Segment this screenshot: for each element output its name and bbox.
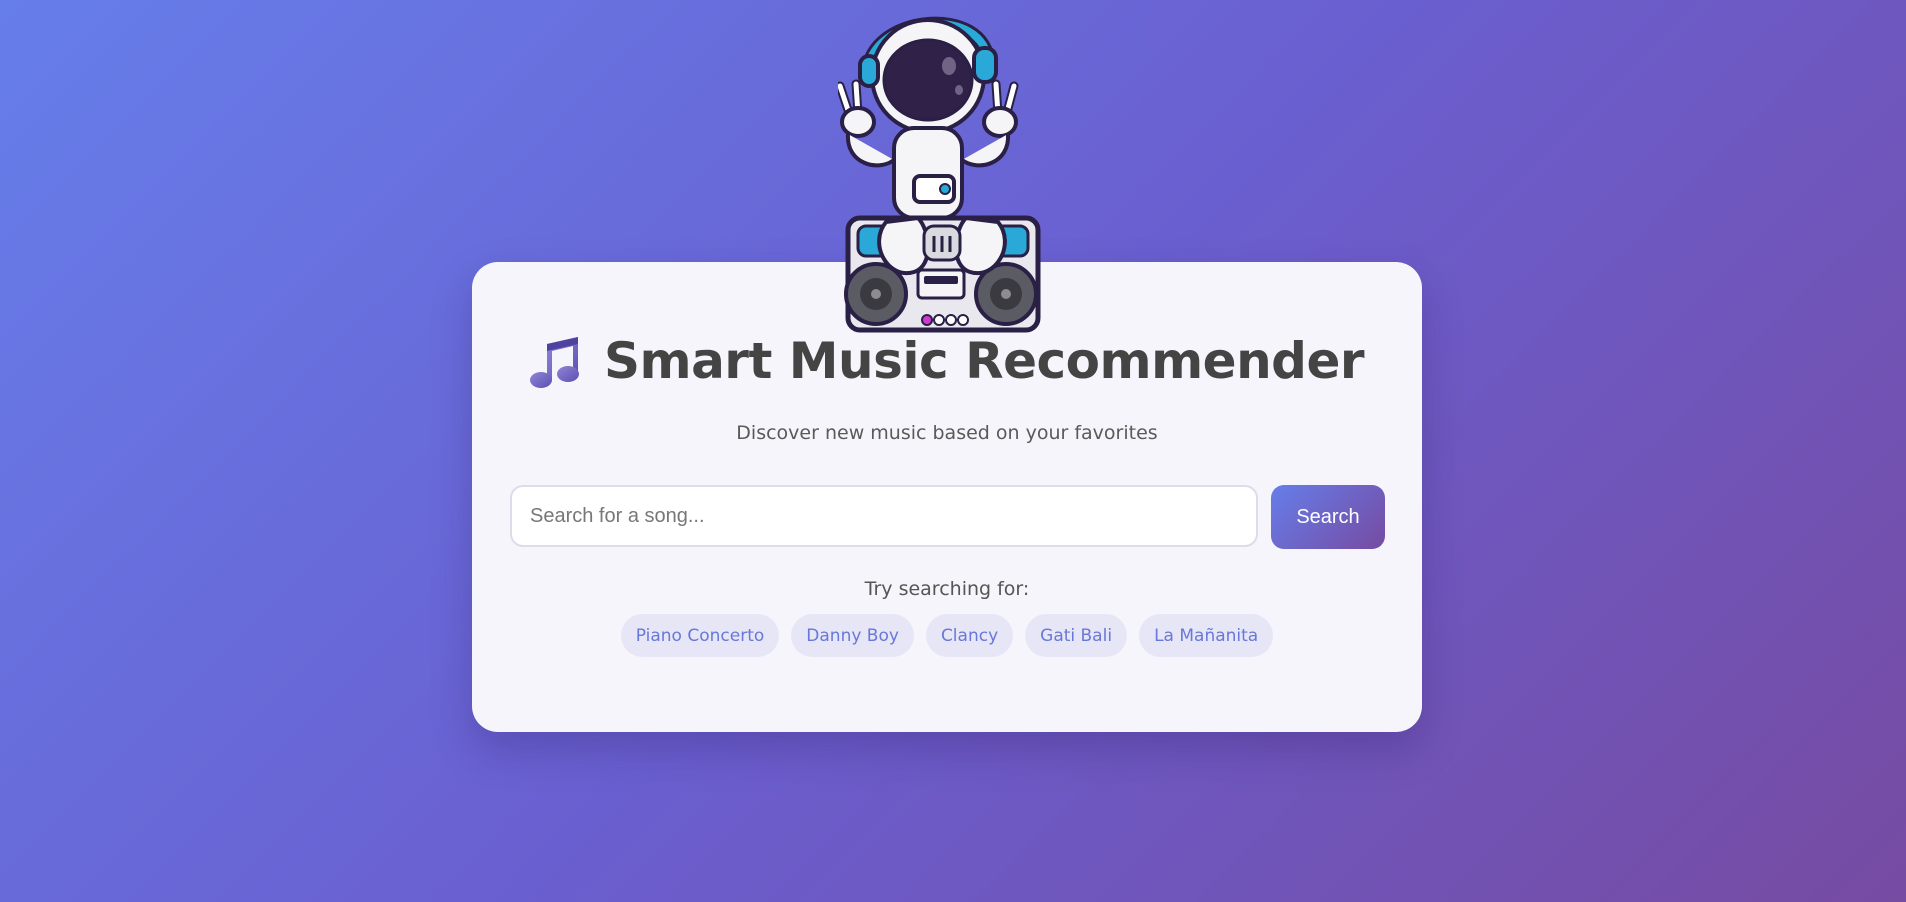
search-input[interactable]	[510, 485, 1258, 547]
astronaut-boombox-illustration	[835, 4, 1046, 334]
suggestion-chip[interactable]: Clancy	[925, 614, 1014, 657]
suggestion-chip[interactable]: Danny Boy	[791, 614, 914, 657]
page-subtitle: Discover new music based on your favorit…	[736, 422, 1158, 444]
page-title: Smart Music Recommender	[603, 332, 1365, 390]
search-row: Search	[510, 485, 1385, 549]
music-note-icon	[529, 334, 582, 388]
suggestion-chip[interactable]: Piano Concerto	[620, 614, 780, 657]
title-row: Smart Music Recommender	[472, 332, 1422, 390]
search-button[interactable]: Search	[1271, 485, 1385, 549]
suggestion-chip[interactable]: La Mañanita	[1139, 614, 1274, 657]
suggestion-chip[interactable]: Gati Bali	[1025, 614, 1128, 657]
suggestions-label: Try searching for:	[864, 578, 1030, 600]
suggestion-chips: Piano Concerto Danny Boy Clancy Gati Bal…	[472, 614, 1422, 657]
